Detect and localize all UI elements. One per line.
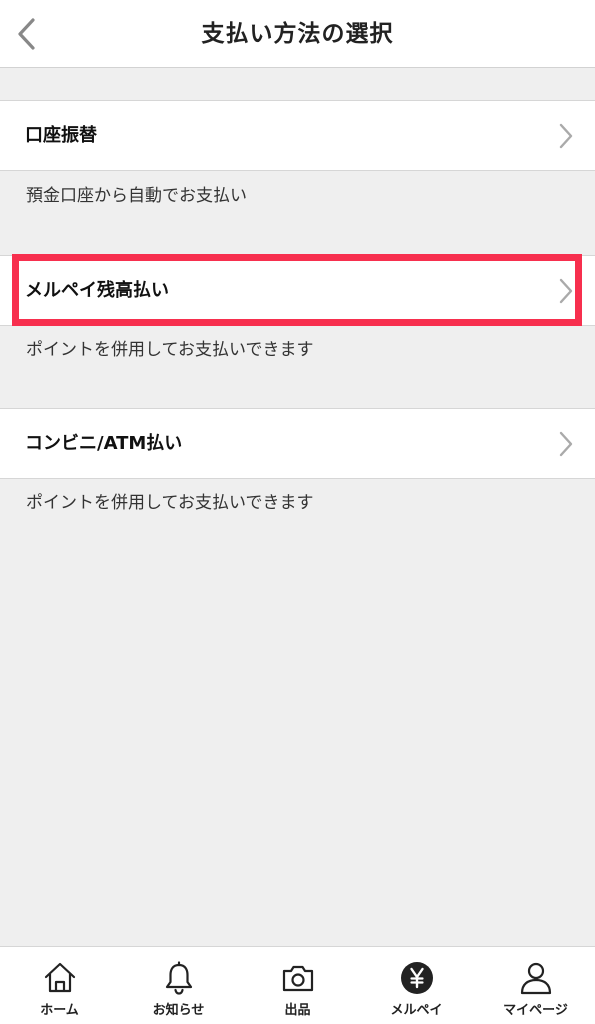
tab-mypage[interactable]: マイページ xyxy=(476,947,595,1024)
tab-label: メルペイ xyxy=(390,1003,443,1018)
tab-merpay[interactable]: メルペイ xyxy=(357,947,476,1024)
payment-method-description: ポイントを併用してお支払いできます xyxy=(26,493,314,513)
tab-label: お知らせ xyxy=(152,1003,205,1018)
tab-label: マイページ xyxy=(503,1003,568,1018)
payment-method-bank-transfer[interactable]: 口座振替 xyxy=(0,100,595,171)
payment-method-label: メルペイ残高払い xyxy=(25,280,169,301)
payment-method-label: コンビニ/ATM払い xyxy=(25,433,183,454)
camera-icon xyxy=(279,959,317,997)
back-button[interactable] xyxy=(8,12,44,56)
person-icon xyxy=(517,959,555,997)
payment-method-merpay-balance[interactable]: メルペイ残高払い xyxy=(0,255,595,326)
home-icon xyxy=(41,959,79,997)
payment-method-convenience-atm[interactable]: コンビニ/ATM払い xyxy=(0,408,595,479)
header-bar: 支払い方法の選択 xyxy=(0,0,595,68)
page-title: 支払い方法の選択 xyxy=(201,21,394,47)
payment-method-label: 口座振替 xyxy=(25,125,97,146)
bottom-tab-bar: ホーム お知らせ 出品 メルペイ マイページ xyxy=(0,946,595,1024)
tab-notifications[interactable]: お知らせ xyxy=(119,947,238,1024)
tab-label: ホーム xyxy=(40,1003,79,1018)
chevron-right-icon xyxy=(559,431,573,457)
chevron-right-icon xyxy=(559,123,573,149)
chevron-left-icon xyxy=(18,18,35,50)
chevron-right-icon xyxy=(559,278,573,304)
yen-icon xyxy=(398,959,436,997)
payment-method-description: ポイントを併用してお支払いできます xyxy=(26,340,314,360)
payment-method-description: 預金口座から自動でお支払い xyxy=(26,186,247,206)
tab-home[interactable]: ホーム xyxy=(0,947,119,1024)
tab-sell[interactable]: 出品 xyxy=(238,947,357,1024)
tab-label: 出品 xyxy=(284,1003,311,1018)
bell-icon xyxy=(160,959,198,997)
